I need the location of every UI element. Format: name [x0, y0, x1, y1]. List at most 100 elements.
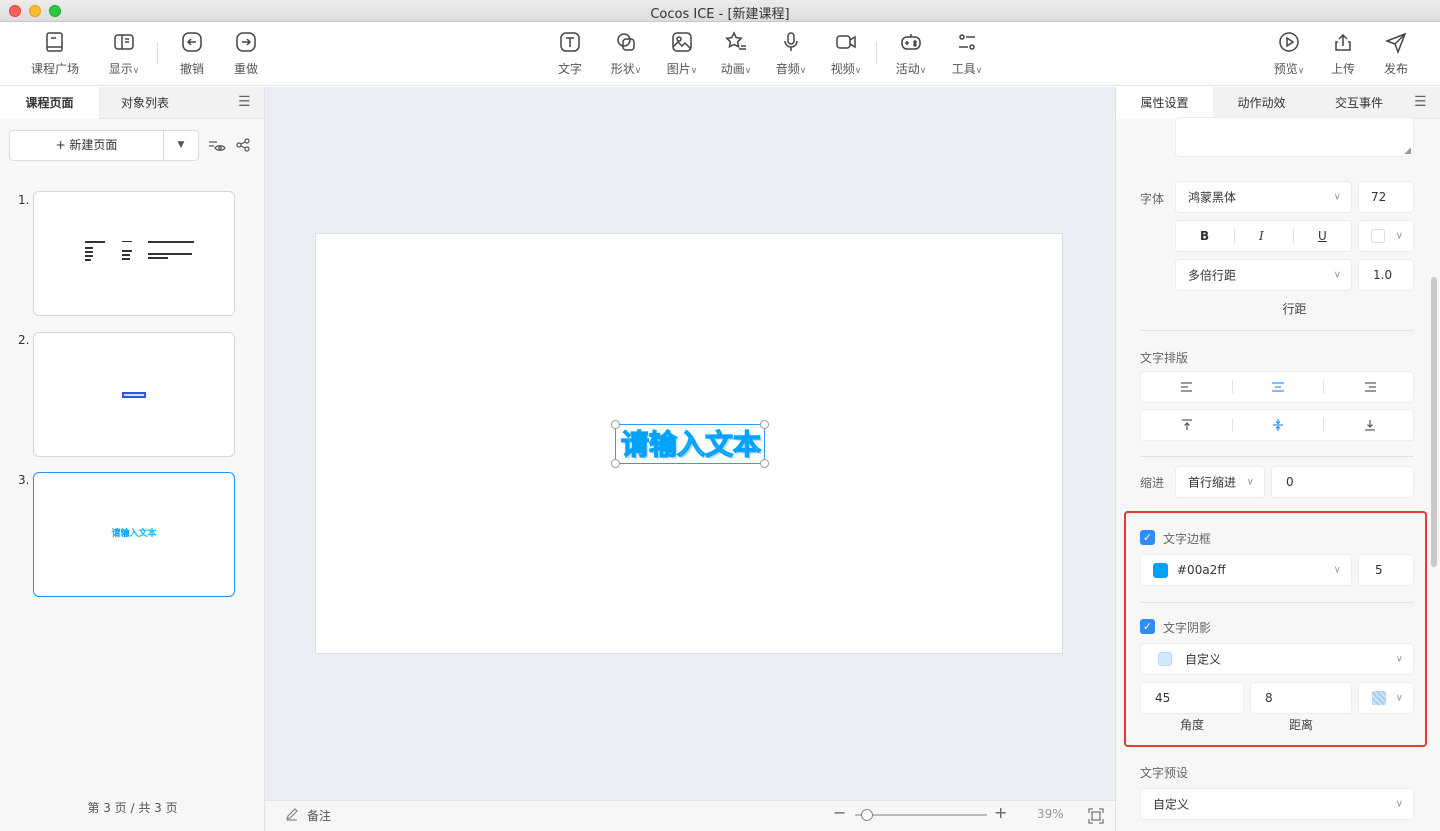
- chevron-down-icon: ∨: [854, 66, 862, 76]
- insert-activity-button[interactable]: 活动∨: [883, 30, 939, 80]
- align-top-icon: [1181, 419, 1192, 430]
- hamburger-menu-icon[interactable]: ☰: [1414, 94, 1427, 110]
- section-divider: [1140, 456, 1414, 457]
- border-color-select[interactable]: #00a2ff ∨: [1140, 554, 1352, 586]
- insert-video-button[interactable]: 视频∨: [818, 30, 874, 80]
- course-square-button[interactable]: 课程广场: [27, 30, 83, 80]
- image-label: 图片: [666, 62, 691, 76]
- shadow-pattern-picker[interactable]: ∨: [1358, 682, 1414, 714]
- chevron-down-icon: ∨: [1395, 653, 1403, 665]
- resize-handle-top-left[interactable]: [611, 420, 620, 429]
- text-shadow-label: 文字阴影: [1163, 621, 1212, 635]
- resize-handle-bottom-left[interactable]: [611, 459, 620, 468]
- border-width-input[interactable]: 5: [1358, 554, 1414, 586]
- indent-value-input[interactable]: 0: [1271, 466, 1414, 498]
- text-preset-select[interactable]: 自定义 ∨: [1140, 788, 1414, 820]
- properties-panel: 属性设置 动作动效 交互事件 ☰ ◢ 字体 鸿蒙黑体 ∨ 72 B I U ∨ …: [1115, 87, 1440, 831]
- align-bottom-icon: [1364, 420, 1375, 431]
- hamburger-menu-icon[interactable]: ☰: [238, 94, 251, 110]
- zoom-in-button[interactable]: +: [994, 803, 1007, 822]
- left-panel: 课程页面 对象列表 ☰ + 新建页面 ▼ 1. 2. 3. 请输入文本 第 3 …: [0, 87, 265, 831]
- redo-button[interactable]: 重做: [218, 30, 274, 80]
- insert-text-button[interactable]: 文字: [542, 30, 598, 80]
- align-right-button[interactable]: [1324, 372, 1415, 402]
- share-nodes-icon[interactable]: [236, 138, 250, 152]
- insert-animation-button[interactable]: 动画∨: [708, 30, 764, 80]
- display-menu-button[interactable]: 显示∨: [96, 30, 152, 80]
- indent-mode-select[interactable]: 首行缩进 ∨: [1175, 466, 1265, 498]
- resize-handle-top-right[interactable]: [760, 420, 769, 429]
- shadow-distance-value: 8: [1265, 691, 1273, 705]
- font-color-picker[interactable]: ∨: [1358, 220, 1414, 252]
- notes-button[interactable]: 备注: [307, 807, 331, 824]
- properties-scrollbar[interactable]: [1431, 277, 1437, 567]
- horizontal-align-group: [1140, 371, 1414, 403]
- font-family-select[interactable]: 鸿蒙黑体 ∨: [1175, 181, 1352, 213]
- play-circle-icon: [1279, 32, 1299, 52]
- align-right-icon: [1364, 382, 1376, 392]
- font-size-input[interactable]: 72: [1358, 181, 1414, 213]
- line-spacing-mode-select[interactable]: 多倍行距 ∨: [1175, 259, 1352, 291]
- text-label: 文字: [557, 62, 582, 76]
- tab-course-pages[interactable]: 课程页面: [0, 87, 99, 119]
- insert-audio-button[interactable]: 音频∨: [763, 30, 819, 80]
- section-divider: [1140, 330, 1414, 331]
- shadow-preset-value: 自定义: [1185, 652, 1222, 667]
- activity-label: 活动: [895, 62, 920, 76]
- align-center-button[interactable]: [1233, 372, 1323, 402]
- preview-button[interactable]: 预览∨: [1261, 30, 1317, 80]
- zoom-out-button[interactable]: −: [833, 803, 846, 822]
- new-page-button[interactable]: + 新建页面: [9, 130, 164, 161]
- text-content-textarea[interactable]: ◢: [1175, 117, 1414, 157]
- zoom-slider-track[interactable]: [855, 809, 987, 821]
- page-thumbnail-3[interactable]: 请输入文本: [33, 472, 235, 597]
- text-shadow-checkbox[interactable]: ✓: [1140, 619, 1155, 634]
- pencil-icon: [286, 808, 298, 821]
- text-preset-label: 文字预设: [1140, 766, 1189, 780]
- tools-menu-button[interactable]: 工具∨: [939, 30, 995, 80]
- indent-mode-value: 首行缩进: [1188, 475, 1237, 490]
- resize-handle-bottom-right[interactable]: [760, 459, 769, 468]
- publish-button[interactable]: 发布: [1368, 30, 1424, 80]
- shadow-preset-select[interactable]: 自定义 ∨: [1140, 643, 1414, 675]
- selected-text-element[interactable]: 请输入文本: [611, 420, 769, 468]
- insert-image-button[interactable]: 图片∨: [654, 30, 710, 80]
- display-layout-icon: [114, 34, 134, 50]
- align-bottom-button[interactable]: [1324, 410, 1415, 440]
- preview-label: 预览: [1273, 62, 1298, 76]
- text-border-checkbox[interactable]: ✓: [1140, 530, 1155, 545]
- page-thumbnail-2[interactable]: [33, 332, 235, 457]
- eye-filter-icon[interactable]: [208, 139, 226, 153]
- shadow-angle-input[interactable]: 45: [1140, 682, 1244, 714]
- tab-object-list[interactable]: 对象列表: [99, 87, 191, 119]
- underline-button[interactable]: U: [1318, 229, 1327, 243]
- text-content[interactable]: 请输入文本: [616, 426, 766, 464]
- tab-properties[interactable]: 属性设置: [1116, 87, 1213, 119]
- zoom-slider-thumb[interactable]: [861, 809, 873, 821]
- new-page-dropdown-button[interactable]: ▼: [163, 130, 199, 161]
- align-top-button[interactable]: [1141, 410, 1232, 440]
- page-thumbnail-1[interactable]: [33, 191, 235, 316]
- align-middle-button[interactable]: [1233, 410, 1323, 440]
- slide-stage[interactable]: 请输入文本: [315, 233, 1063, 654]
- redo-label: 重做: [233, 62, 258, 76]
- font-size-value: 72: [1371, 190, 1387, 204]
- upload-button[interactable]: 上传: [1315, 30, 1371, 80]
- chevron-down-icon: ∨: [1246, 476, 1254, 488]
- insert-shape-button[interactable]: 形状∨: [598, 30, 654, 80]
- redo-icon: [236, 32, 256, 52]
- undo-button[interactable]: 撤销: [164, 30, 220, 80]
- audio-label: 音频: [775, 62, 800, 76]
- fit-screen-icon[interactable]: [1088, 808, 1104, 824]
- shadow-distance-label: 距离: [1288, 718, 1313, 732]
- tab-interactions[interactable]: 交互事件: [1310, 87, 1408, 119]
- align-center-icon: [1272, 382, 1284, 392]
- chevron-down-icon: ∨: [132, 66, 140, 76]
- chevron-down-icon: ∨: [744, 66, 752, 76]
- tab-actions[interactable]: 动作动效: [1213, 87, 1310, 119]
- italic-button[interactable]: I: [1259, 229, 1264, 243]
- line-spacing-input[interactable]: 1.0: [1358, 259, 1414, 291]
- bold-button[interactable]: B: [1200, 229, 1209, 243]
- shadow-distance-input[interactable]: 8: [1250, 682, 1352, 714]
- align-left-button[interactable]: [1141, 372, 1232, 402]
